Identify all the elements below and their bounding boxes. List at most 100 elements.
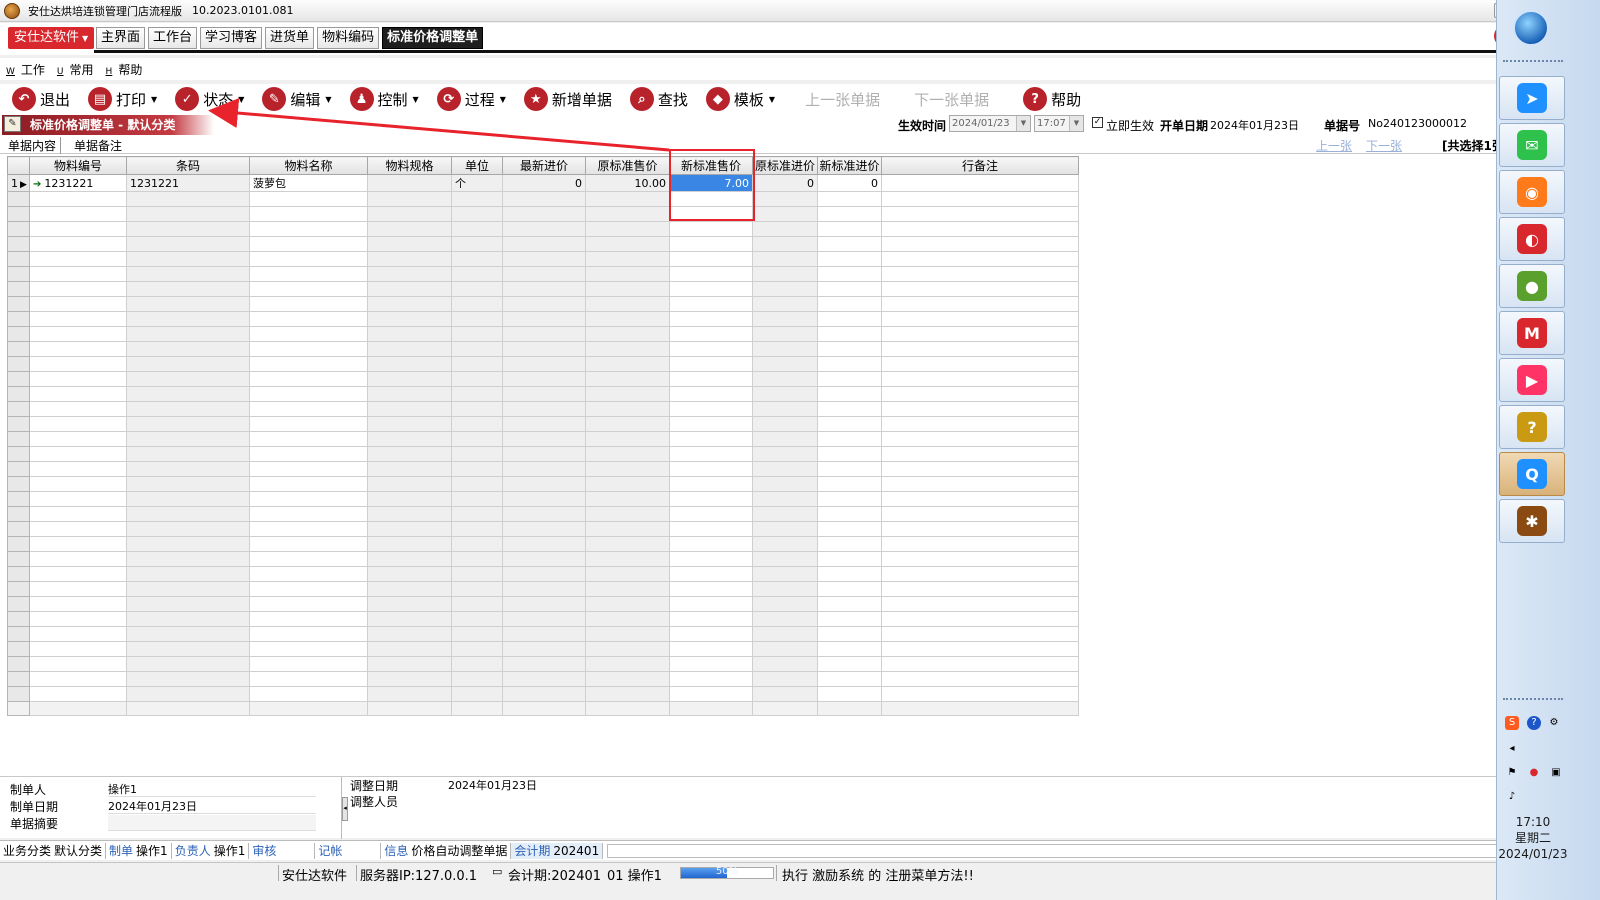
grid-cell[interactable]: [367, 386, 452, 402]
grid-cell[interactable]: [126, 581, 250, 597]
table-row-empty[interactable]: [7, 686, 1079, 702]
row-header[interactable]: [7, 416, 30, 432]
grid-cell[interactable]: [585, 521, 670, 537]
column-header[interactable]: 原标准售价: [585, 156, 670, 175]
grid-cell[interactable]: [817, 581, 882, 597]
grid-cell[interactable]: [817, 311, 882, 327]
grid-cell[interactable]: [817, 416, 882, 432]
menu-work[interactable]: W 工作: [6, 61, 45, 78]
grid-cell[interactable]: [585, 476, 670, 492]
grid-cell[interactable]: [585, 596, 670, 612]
grid-cell[interactable]: [881, 701, 1079, 716]
grid-cell[interactable]: [817, 296, 882, 312]
grid-cell[interactable]: [249, 191, 368, 207]
grid-cell[interactable]: [451, 671, 503, 687]
table-row-empty[interactable]: [7, 191, 1079, 207]
grid-cell[interactable]: [817, 461, 882, 477]
grid-cell[interactable]: [451, 356, 503, 372]
grid-cell[interactable]: [752, 356, 818, 372]
grid-cell[interactable]: [669, 206, 753, 222]
row-header[interactable]: [7, 386, 30, 402]
grid-cell[interactable]: [367, 446, 452, 462]
grid-cell[interactable]: [29, 251, 127, 267]
grid-cell[interactable]: [817, 431, 882, 447]
grid-cell[interactable]: [502, 566, 586, 582]
grid-cell[interactable]: [502, 401, 586, 417]
grid-cell[interactable]: [817, 521, 882, 537]
grid-cell[interactable]: [451, 251, 503, 267]
grid-cell[interactable]: [367, 326, 452, 342]
grid-cell[interactable]: [881, 686, 1079, 702]
grid-cell[interactable]: [752, 341, 818, 357]
table-row-empty[interactable]: [7, 221, 1079, 237]
prev-link[interactable]: 上一张: [1316, 137, 1352, 154]
grid-cell[interactable]: [367, 536, 452, 552]
row-header[interactable]: [7, 506, 30, 522]
row-header[interactable]: [7, 311, 30, 327]
grid-cell[interactable]: [126, 356, 250, 372]
cell-material-code[interactable]: ➔ 1231221: [29, 174, 127, 192]
grid-cell[interactable]: [367, 461, 452, 477]
grid-cell[interactable]: [585, 326, 670, 342]
grid-cell[interactable]: [881, 656, 1079, 672]
grid-cell[interactable]: [669, 671, 753, 687]
grid-cell[interactable]: [451, 326, 503, 342]
grid-cell[interactable]: [881, 266, 1079, 282]
grid-cell[interactable]: [367, 686, 452, 702]
grid-cell[interactable]: [669, 371, 753, 387]
table-row-empty[interactable]: [7, 371, 1079, 387]
grid-cell[interactable]: [249, 446, 368, 462]
grid-cell[interactable]: [367, 701, 452, 716]
grid-cell[interactable]: [249, 566, 368, 582]
grid-cell[interactable]: [367, 191, 452, 207]
row-header[interactable]: 1 ▶: [7, 174, 30, 192]
cell-old-cost[interactable]: 0: [752, 174, 818, 192]
taskbar-app-button[interactable]: ✉: [1499, 123, 1565, 167]
table-row[interactable]: 1 ▶ ➔ 1231221 1231221 菠萝包 个 0 10.00 7.00 0…: [7, 174, 1079, 192]
grid-cell[interactable]: [502, 596, 586, 612]
grid-cell[interactable]: [451, 446, 503, 462]
grid-cell[interactable]: [881, 521, 1079, 537]
grid-cell[interactable]: [29, 656, 127, 672]
grid-cell[interactable]: [585, 401, 670, 417]
grid-cell[interactable]: [881, 356, 1079, 372]
grid-cell[interactable]: [585, 356, 670, 372]
table-row-empty[interactable]: [7, 476, 1079, 492]
grid-cell[interactable]: [126, 341, 250, 357]
grid-cell[interactable]: [126, 536, 250, 552]
grid-cell[interactable]: [585, 581, 670, 597]
grid-cell[interactable]: [367, 596, 452, 612]
settings-tray-icon[interactable]: ⚙: [1547, 716, 1561, 730]
grid-cell[interactable]: [669, 521, 753, 537]
grid-cell[interactable]: [669, 581, 753, 597]
grid-cell[interactable]: [126, 551, 250, 567]
grid-cell[interactable]: [585, 461, 670, 477]
prev-doc-button[interactable]: 上一张单据: [805, 89, 880, 110]
grid-cell[interactable]: [752, 191, 818, 207]
grid-cell[interactable]: [367, 506, 452, 522]
grid-cell[interactable]: [367, 221, 452, 237]
grid-cell[interactable]: [752, 596, 818, 612]
grid-cell[interactable]: [126, 251, 250, 267]
template-button[interactable]: ◆ 模板 ▼: [705, 87, 775, 111]
grid-cell[interactable]: [585, 416, 670, 432]
grid-cell[interactable]: [502, 386, 586, 402]
grid-cell[interactable]: [752, 386, 818, 402]
row-header[interactable]: [7, 401, 30, 417]
grid-cell[interactable]: [451, 206, 503, 222]
grid-cell[interactable]: [249, 461, 368, 477]
grid-cell[interactable]: [585, 236, 670, 252]
table-row-empty[interactable]: [7, 566, 1079, 582]
row-header[interactable]: [7, 611, 30, 627]
grid-cell[interactable]: [881, 671, 1079, 687]
grid-cell[interactable]: [502, 341, 586, 357]
grid-cell[interactable]: [249, 371, 368, 387]
grid-cell[interactable]: [585, 221, 670, 237]
start-button[interactable]: [1513, 10, 1549, 46]
taskbar-app-button[interactable]: ◉: [1499, 170, 1565, 214]
grid-cell[interactable]: [451, 686, 503, 702]
grid-cell[interactable]: [249, 281, 368, 297]
grid-cell[interactable]: [29, 371, 127, 387]
grid-cell[interactable]: [669, 326, 753, 342]
grid-cell[interactable]: [817, 356, 882, 372]
